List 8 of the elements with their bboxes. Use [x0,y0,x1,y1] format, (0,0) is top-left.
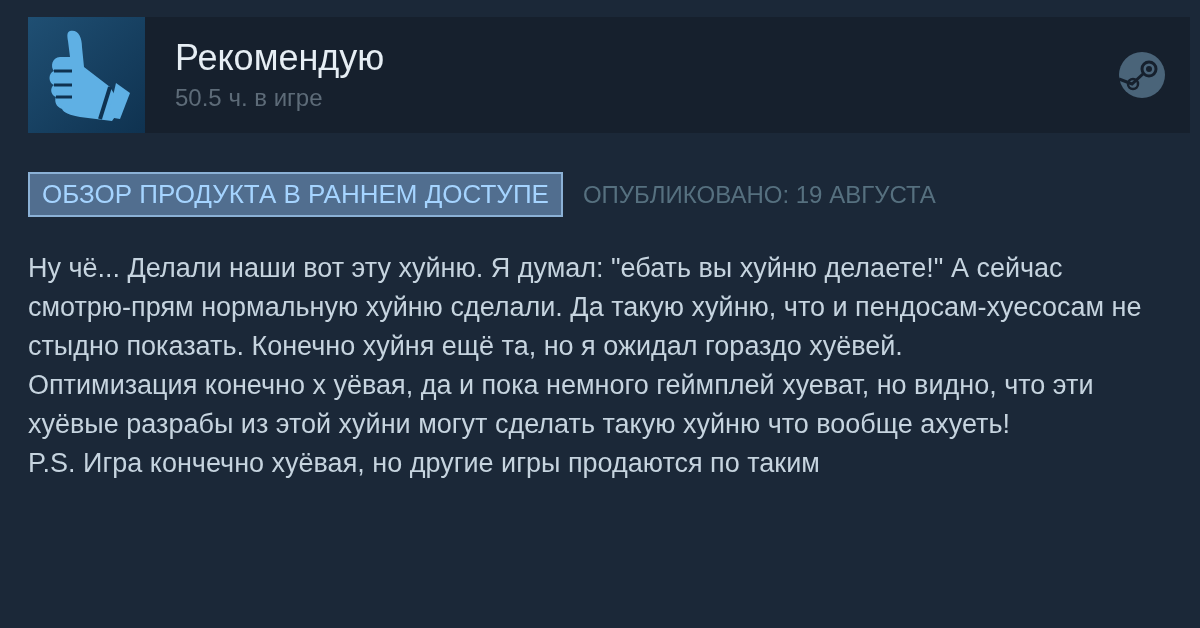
early-access-badge: ОБЗОР ПРОДУКТА В РАННЕМ ДОСТУПЕ [28,172,563,217]
published-date: ОПУБЛИКОВАНО: 19 АВГУСТА [582,180,936,209]
hours-played: 50.5 ч. в игре [175,84,324,112]
steam-logo-icon [1118,51,1166,99]
review-paragraph: P.S. Игра кончечно хуёвая, но другие игры продаются по таким [28,447,821,480]
review-paragraph: Ну чё... Делали наши вот эту хуйню. Я думал: "ебать вы хуйню делаете!" А сейчас смотрю-прям нормальную хуйню сделали. Да такую хуйню, что и пендосам-хуесосам не стыдно показать. Конечно хуйня ещё та, но я ожидал гораздо хуёвей. [28,252,1143,363]
review-verdict: Рекомендую [175,38,386,78]
review-paragraph: Оптимизация конечно х уёвая, да и пока немного геймплей хуеват, но видно, что эти хуёвые разрабы из этой хуйни могут сделать такую хуйню что вообще ахуеть! [28,369,1095,441]
